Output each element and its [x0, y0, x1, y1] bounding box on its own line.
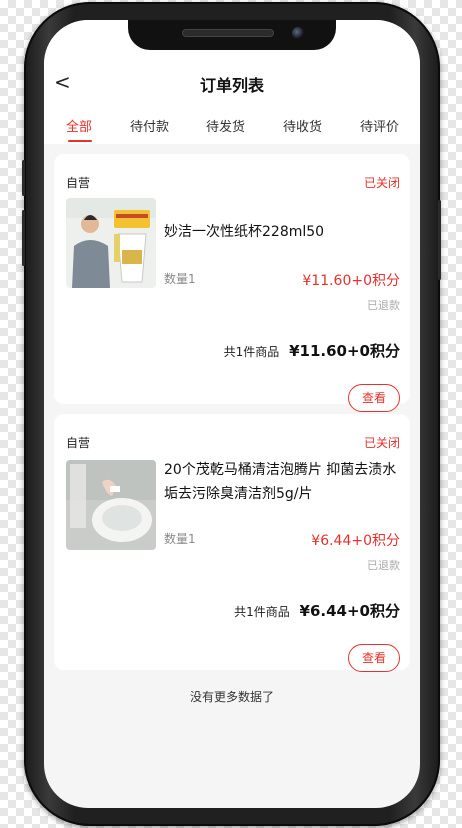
order-total: ¥6.44+0积分	[299, 602, 400, 620]
tab-pending-review[interactable]: 待评价	[360, 116, 399, 135]
store-label: 自营	[66, 436, 91, 450]
product-price: ¥11.60+0积分	[302, 273, 400, 289]
view-order-button[interactable]: 查看	[348, 644, 400, 672]
view-order-button[interactable]: 查看	[348, 384, 400, 412]
product-thumbnail[interactable]	[66, 198, 156, 288]
order-card: 自营 已关闭 妙洁一次性纸杯228ml50 数量1 ¥11.60+0积分 已退款…	[54, 154, 410, 412]
order-total: ¥11.60+0积分	[289, 342, 400, 360]
store-label: 自营	[66, 176, 91, 190]
phone-power-button	[438, 200, 441, 280]
paper-cup-product-image	[66, 198, 156, 288]
product-name[interactable]: 20个茂乾马桶清洁泡腾片 抑菌去渍水垢去污除臭清洁剂5g/片	[164, 458, 402, 506]
no-more-data-text: 没有更多数据了	[189, 690, 274, 704]
toilet-cleaner-product-image	[66, 460, 156, 550]
front-camera	[292, 27, 304, 39]
tab-all[interactable]: 全部	[66, 116, 92, 135]
order-card: 自营 已关闭 20个茂乾马桶清洁泡腾片 抑菌去渍水垢去污除臭清洁剂5g/片 数量…	[54, 414, 410, 672]
product-quantity: 数量1	[164, 532, 196, 546]
tab-pending-receipt[interactable]: 待收货	[283, 116, 322, 135]
speaker-grille	[182, 29, 274, 37]
phone-screen: < 订单列表 全部 待付款 待发货 待收货 待评价 自营 已关闭 妙洁一次性纸杯…	[44, 20, 420, 808]
order-summary: 共1件商品 ¥6.44+0积分	[234, 600, 400, 621]
tab-pending-shipment[interactable]: 待发货	[206, 116, 245, 135]
refund-status: 已退款	[367, 559, 400, 572]
item-count: 共1件商品	[223, 345, 280, 359]
product-name[interactable]: 妙洁一次性纸杯228ml50	[164, 220, 402, 244]
order-status: 已关闭	[363, 436, 400, 450]
order-summary: 共1件商品 ¥11.60+0积分	[224, 340, 400, 361]
phone-volume-button	[22, 210, 25, 266]
product-thumbnail[interactable]	[66, 460, 156, 550]
phone-side-button	[22, 160, 25, 196]
product-price: ¥6.44+0积分	[311, 533, 400, 549]
order-status: 已关闭	[363, 176, 400, 190]
order-status-tabs: 全部 待付款 待发货 待收货 待评价	[44, 116, 420, 144]
item-count: 共1件商品	[234, 605, 290, 619]
refund-status: 已退款	[367, 299, 400, 312]
tab-pending-payment[interactable]: 待付款	[130, 116, 169, 135]
phone-notch	[128, 20, 336, 50]
active-tab-indicator	[68, 140, 92, 142]
page-title: 订单列表	[199, 76, 264, 95]
product-quantity: 数量1	[164, 272, 196, 286]
